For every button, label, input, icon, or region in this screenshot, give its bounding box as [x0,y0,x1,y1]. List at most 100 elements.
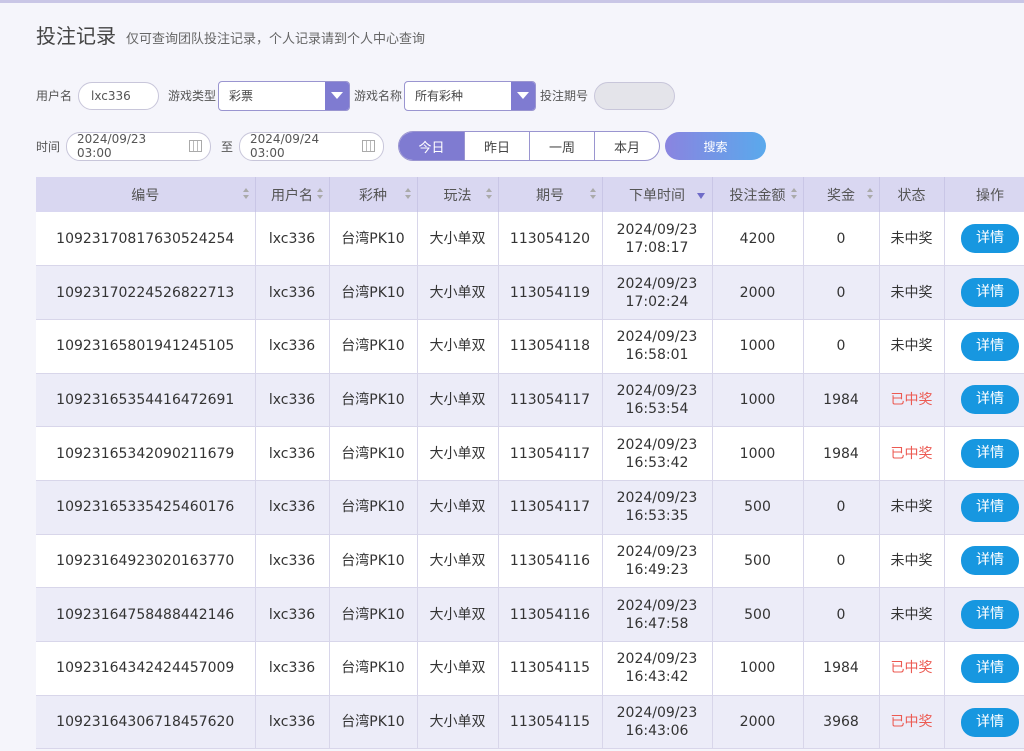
range-yesterday-button[interactable]: 昨日 [464,132,529,160]
end-time-input[interactable]: 2024/09/24 03:00 [239,131,385,161]
detail-button[interactable]: 详情 [961,653,1019,683]
cell-period: 113054115 [498,641,603,696]
order-date: 2024/09/23 [616,597,698,614]
cell-action: 详情 [944,480,1024,535]
cell-order-time: 2024/09/23 16:58:01 [602,319,713,374]
header-play[interactable]: 玩法 [417,177,499,212]
cell-lottery: 台湾PK10 [329,695,418,750]
cell-play: 大小单双 [417,426,499,481]
sort-icon [790,188,797,200]
table-row: 10923164306718457620 lxc336 台湾PK10 大小单双 1130… [36,695,1024,750]
order-clock: 16:53:35 [625,508,689,525]
cell-lottery: 台湾PK10 [329,319,418,374]
chevron-down-icon[interactable] [325,81,350,110]
cell-id: 10923165335425460176 [36,480,256,535]
cell-username: lxc336 [255,426,330,481]
table-row: 10923165354416472691 lxc336 台湾PK10 大小单双 1130… [36,373,1024,428]
cell-status: 已中奖 [879,641,945,696]
header-status: 状态 [879,177,945,212]
table-row: 10923165342090211679 lxc336 台湾PK10 大小单双 1130… [36,426,1024,481]
cell-order-time: 2024/09/23 17:08:17 [602,212,713,267]
header-id[interactable]: 编号 [36,177,256,212]
table-header-row: 编号 用户名 彩种 玩法 期号 下单时间 投注金额 奖金 状态 操作 [36,177,1024,212]
cell-period: 113054117 [498,373,603,428]
range-week-button[interactable]: 一周 [529,132,594,160]
start-time-value: 2024/09/23 03:00 [77,132,147,160]
order-clock: 16:43:06 [625,723,689,740]
cell-id: 10923164923020163770 [36,534,256,589]
detail-button[interactable]: 详情 [961,385,1019,415]
cell-lottery: 台湾PK10 [329,265,418,320]
cell-lottery: 台湾PK10 [329,212,418,267]
game-name-select[interactable]: 所有彩种 [404,80,537,111]
username-input[interactable]: lxc336 [78,81,160,110]
chevron-down-icon[interactable] [511,81,536,110]
table-row: 10923165335425460176 lxc336 台湾PK10 大小单双 1130… [36,480,1024,535]
range-month-button[interactable]: 本月 [594,132,659,160]
period-input[interactable] [594,81,676,110]
cell-period: 113054117 [498,426,603,481]
cell-username: lxc336 [255,480,330,535]
detail-button[interactable]: 详情 [961,439,1019,469]
cell-id: 10923164342424457009 [36,641,256,696]
detail-button[interactable]: 详情 [961,224,1019,254]
order-date: 2024/09/23 [616,436,698,453]
cell-action: 详情 [944,265,1024,320]
cell-period: 113054117 [498,480,603,535]
cell-status: 未中奖 [879,587,945,642]
cell-action: 详情 [944,695,1024,750]
game-type-select[interactable]: 彩票 [218,80,351,111]
order-clock: 16:49:23 [625,561,689,578]
cell-username: lxc336 [255,212,330,267]
header-lottery[interactable]: 彩种 [329,177,418,212]
cell-amount: 500 [712,587,804,642]
cell-period: 113054119 [498,265,603,320]
cell-id: 10923170817630524254 [36,212,256,267]
cell-bonus: 0 [803,480,880,535]
cell-amount: 500 [712,534,804,589]
cell-period: 113054116 [498,587,603,642]
detail-button[interactable]: 详情 [961,278,1019,308]
detail-button[interactable]: 详情 [961,331,1019,361]
sort-icon [316,188,323,200]
header-bonus[interactable]: 奖金 [803,177,880,212]
header-action: 操作 [944,177,1024,212]
cell-username: lxc336 [255,265,330,320]
detail-button[interactable]: 详情 [961,707,1019,737]
cell-status: 已中奖 [879,373,945,428]
header-period[interactable]: 期号 [498,177,603,212]
cell-order-time: 2024/09/23 16:53:35 [602,480,713,535]
calendar-icon[interactable] [362,140,376,152]
header-username[interactable]: 用户名 [255,177,330,212]
page-title: 投注记录 [36,24,116,48]
cell-action: 详情 [944,587,1024,642]
cell-username: lxc336 [255,534,330,589]
page-subtitle: 仅可查询团队投注记录，个人记录请到个人中心查询 [126,32,426,47]
order-clock: 17:02:24 [625,293,689,310]
cell-id: 10923164758488442146 [36,587,256,642]
period-label: 投注期号 [540,89,589,103]
header-order-time[interactable]: 下单时间 [602,177,713,212]
cell-order-time: 2024/09/23 16:53:54 [602,373,713,428]
order-clock: 17:08:17 [625,239,689,256]
detail-button[interactable]: 详情 [961,492,1019,522]
cell-amount: 4200 [712,212,804,267]
cell-username: lxc336 [255,641,330,696]
end-time-value: 2024/09/24 03:00 [250,132,320,160]
start-time-input[interactable]: 2024/09/23 03:00 [66,131,212,161]
header-amount[interactable]: 投注金额 [712,177,804,212]
cell-amount: 2000 [712,695,804,750]
cell-status: 未中奖 [879,212,945,267]
cell-action: 详情 [944,319,1024,374]
sort-icon [866,188,873,200]
cell-lottery: 台湾PK10 [329,534,418,589]
detail-button[interactable]: 详情 [961,546,1019,576]
cell-bonus: 1984 [803,426,880,481]
cell-amount: 1000 [712,319,804,374]
range-today-button[interactable]: 今日 [399,132,465,160]
calendar-icon[interactable] [189,140,203,152]
search-button[interactable]: 搜索 [665,132,767,160]
cell-order-time: 2024/09/23 16:47:58 [602,587,713,642]
cell-play: 大小单双 [417,587,499,642]
detail-button[interactable]: 详情 [961,600,1019,630]
